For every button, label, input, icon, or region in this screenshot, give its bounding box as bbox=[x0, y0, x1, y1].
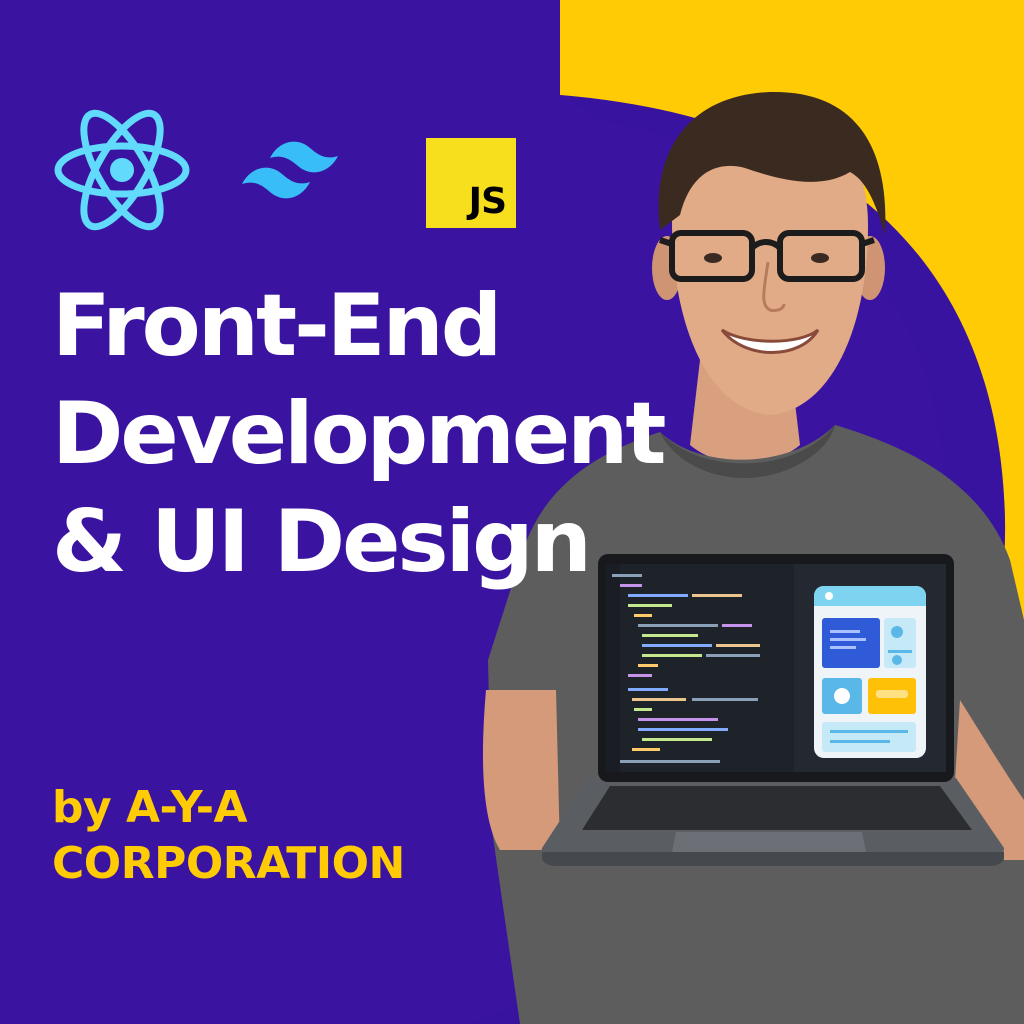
js-logo-label: JS bbox=[468, 181, 507, 222]
laptop-keyboard bbox=[582, 786, 972, 830]
laptop-trackpad bbox=[672, 832, 866, 852]
code-lines bbox=[612, 572, 788, 770]
react-atom-icon bbox=[54, 109, 190, 231]
headline-line-1: Front-End bbox=[52, 276, 502, 376]
mockup-card-blue bbox=[822, 618, 880, 668]
headline-line-2: Development bbox=[52, 384, 666, 484]
byline: by A-Y-A CORPORATION bbox=[52, 780, 405, 892]
mockup-list-card bbox=[822, 722, 916, 752]
javascript-logo-icon: JS bbox=[426, 138, 516, 228]
byline-line-2: CORPORATION bbox=[52, 838, 405, 889]
headline-line-3: & UI Design bbox=[52, 492, 592, 592]
code-text-blocks bbox=[612, 574, 760, 763]
byline-line-1: by A-Y-A bbox=[52, 782, 248, 833]
headline: Front-End Development & UI Design bbox=[52, 272, 666, 596]
tailwind-wave-icon bbox=[242, 141, 338, 199]
promo-banner: JS Front-End Development & UI Design by … bbox=[0, 0, 1024, 1024]
